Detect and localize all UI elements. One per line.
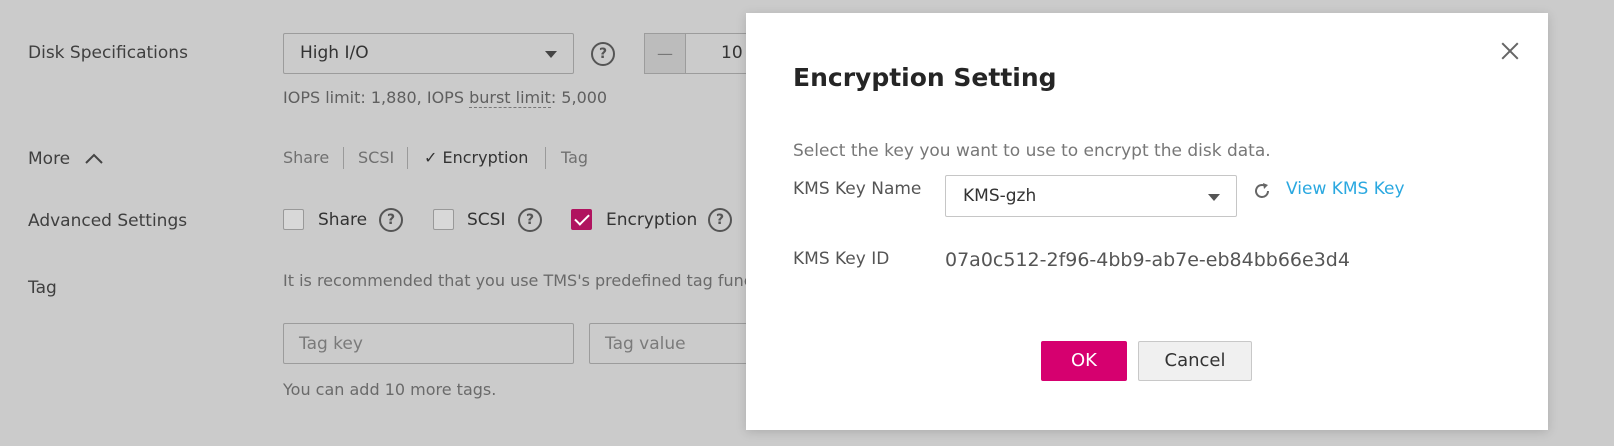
help-icon[interactable]: ?	[708, 208, 732, 232]
tag-remaining-note: You can add 10 more tags.	[283, 380, 497, 399]
encryption-setting-dialog: Encryption Setting Select the key you wa…	[746, 13, 1548, 430]
more-option-encryption-label: Encryption	[442, 148, 529, 167]
cancel-button[interactable]: Cancel	[1138, 341, 1252, 381]
chevron-down-icon	[545, 51, 557, 58]
encryption-label: Encryption	[606, 210, 698, 230]
chevron-up-icon	[84, 153, 103, 164]
refresh-icon[interactable]	[1252, 181, 1272, 201]
tag-key-input[interactable]: Tag key	[283, 323, 574, 364]
help-icon[interactable]: ?	[379, 208, 403, 232]
tag-value-input[interactable]: Tag value	[589, 323, 759, 364]
checkmark-icon: ✓	[424, 148, 438, 167]
help-icon[interactable]: ?	[591, 42, 615, 66]
scsi-label: SCSI	[467, 210, 506, 230]
kms-key-id-label: KMS Key ID	[793, 249, 890, 269]
more-option-scsi[interactable]: SCSI	[358, 148, 394, 167]
encryption-checkbox[interactable]	[571, 209, 592, 230]
ok-button[interactable]: OK	[1041, 341, 1127, 381]
kms-key-id-value: 07a0c512-2f96-4bb9-ab7e-eb84bb66e3d4	[945, 249, 1350, 271]
kms-key-name-value: KMS-gzh	[963, 186, 1037, 206]
iops-note-suffix: : 5,000	[550, 88, 608, 107]
iops-note: IOPS limit: 1,880, IOPS burst limit: 5,0…	[283, 88, 608, 108]
stepper-minus-button[interactable]: —	[645, 34, 686, 73]
kms-key-name-select[interactable]: KMS-gzh	[945, 175, 1237, 217]
chevron-down-icon	[1208, 194, 1220, 201]
help-icon[interactable]: ?	[518, 208, 542, 232]
tag-label: Tag	[28, 278, 57, 298]
share-checkbox[interactable]	[283, 209, 304, 230]
divider	[545, 147, 546, 169]
more-option-encryption[interactable]: ✓ Encryption	[424, 148, 528, 167]
scsi-checkbox[interactable]	[433, 209, 454, 230]
more-option-share[interactable]: Share	[283, 148, 329, 167]
divider	[407, 147, 408, 169]
more-toggle[interactable]: More	[28, 149, 104, 169]
burst-limit-link[interactable]: burst limit	[469, 88, 551, 108]
dialog-title: Encryption Setting	[793, 63, 1057, 92]
divider	[343, 147, 344, 169]
tag-recommendation: It is recommended that you use TMS's pre…	[283, 271, 746, 290]
view-kms-key-link[interactable]: View KMS Key	[1286, 179, 1405, 199]
kms-key-name-label: KMS Key Name	[793, 179, 922, 199]
disk-type-select[interactable]: High I/O	[283, 33, 574, 74]
disk-type-value: High I/O	[300, 43, 369, 63]
disk-specs-label: Disk Specifications	[28, 43, 188, 63]
dialog-description: Select the key you want to use to encryp…	[793, 141, 1271, 161]
stepper-value[interactable]: 10	[721, 34, 743, 73]
more-option-tag[interactable]: Tag	[561, 148, 588, 167]
iops-note-text: IOPS limit: 1,880, IOPS	[283, 88, 470, 107]
more-label: More	[28, 149, 71, 169]
share-label: Share	[318, 210, 368, 230]
advanced-settings-label: Advanced Settings	[28, 211, 188, 231]
close-icon[interactable]	[1498, 39, 1522, 63]
